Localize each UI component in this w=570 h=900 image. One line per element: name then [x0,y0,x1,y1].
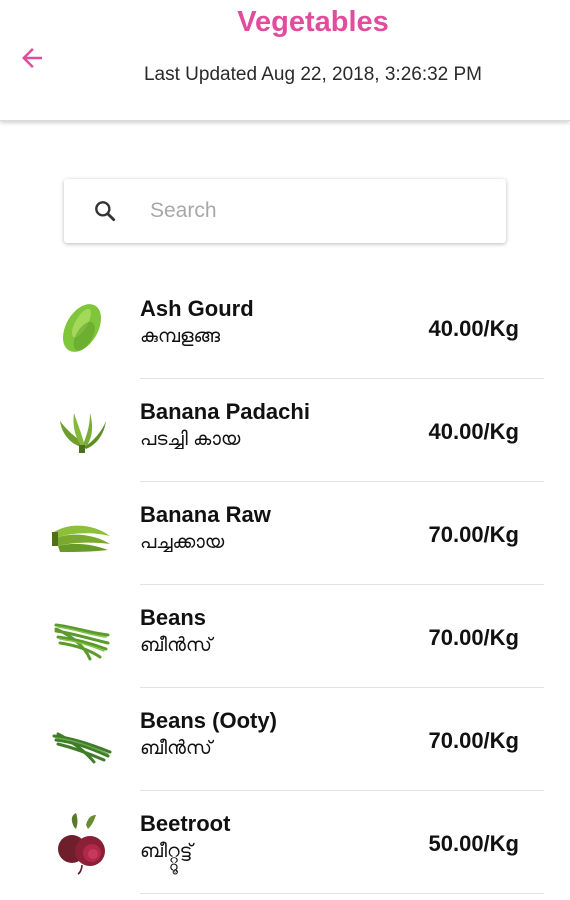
item-name: Banana Padachi [140,399,310,424]
item-local-name: ബീൻസ് [140,635,212,656]
item-local-name: ബീറ്റ്റൂട്ട് [140,841,193,862]
banana-raw-icon [52,525,110,552]
list-item[interactable]: Beans ബീൻസ് 70.00/Kg [0,585,570,688]
item-price: 70.00/Kg [428,522,520,547]
item-name: Beans (Ooty) [140,708,277,733]
item-price: 40.00/Kg [428,316,520,341]
item-local-name: കുമ്പളങ്ങ [140,326,221,347]
vegetable-list: Ash Gourd കുമ്പളങ്ങ 40.00/Kg Banana Pada… [0,276,570,894]
item-local-name: പടച്ചി കായ [140,429,241,450]
list-item[interactable]: Ash Gourd കുമ്പളങ്ങ 40.00/Kg [0,276,570,379]
search-bar[interactable] [64,179,506,243]
item-price: 50.00/Kg [428,831,520,856]
beans-ooty-icon [52,732,112,764]
list-item[interactable]: Beetroot ബീറ്റ്റൂട്ട് 50.00/Kg [0,791,570,894]
last-updated-text: Last Updated Aug 22, 2018, 3:26:32 PM [143,64,483,85]
list-item[interactable]: Banana Raw പച്ചക്കായ 70.00/Kg [0,482,570,585]
item-price: 70.00/Kg [428,625,520,650]
beans-icon [54,623,110,661]
page-title: Vegetables [237,6,389,38]
item-local-name: ബീൻസ് [140,738,212,759]
item-name: Banana Raw [140,502,271,527]
banana-padachi-icon [60,413,106,453]
search-input[interactable] [148,198,472,224]
divider [140,893,544,894]
item-name: Ash Gourd [140,296,254,321]
item-name: Beetroot [140,811,231,836]
search-icon [92,198,118,224]
list-item[interactable]: Beans (Ooty) ബീൻസ് 70.00/Kg [0,688,570,791]
item-name: Beans [140,605,207,630]
item-price: 70.00/Kg [428,728,520,753]
list-item[interactable]: Banana Padachi പടച്ചി കായ 40.00/Kg [0,379,570,482]
item-price: 40.00/Kg [428,419,520,444]
beetroot-icon [58,813,105,875]
app-bar: Vegetables Last Updated Aug 22, 2018, 3:… [0,0,570,121]
ash-gourd-icon [63,304,101,352]
item-local-name: പച്ചക്കായ [140,532,225,553]
